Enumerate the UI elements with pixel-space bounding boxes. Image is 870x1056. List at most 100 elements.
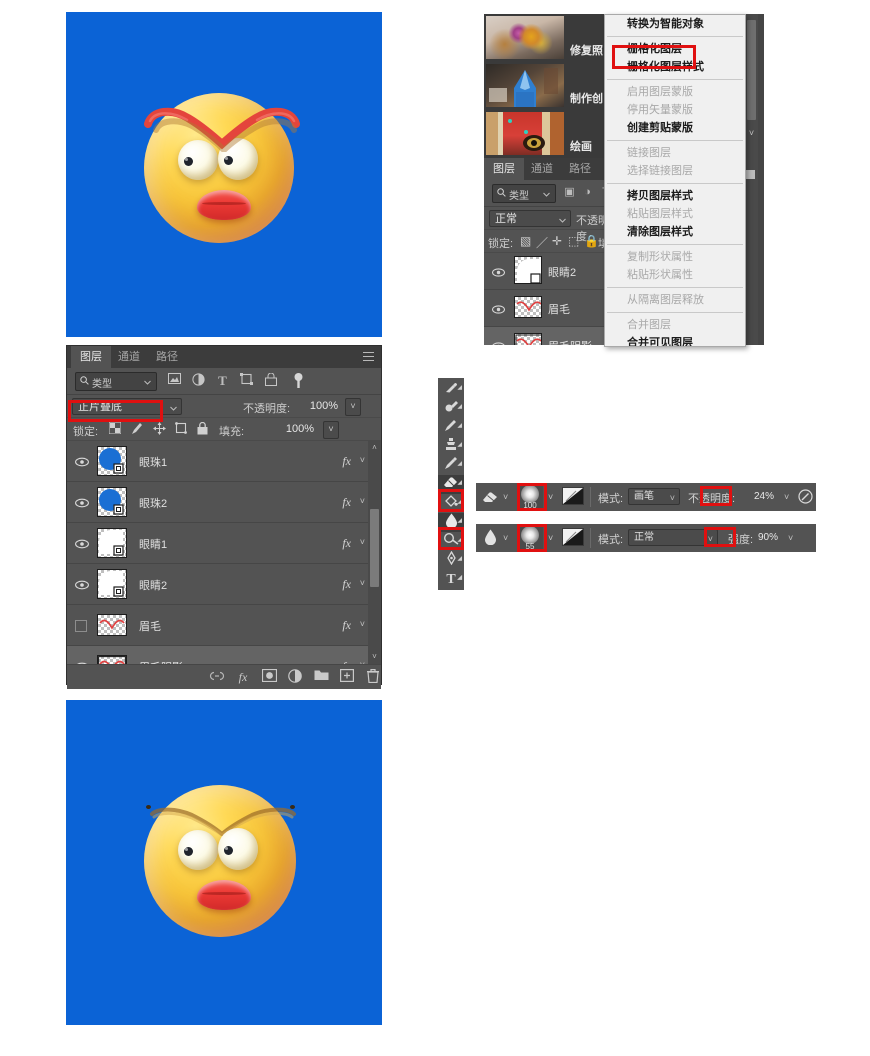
eyedropper-tool[interactable]: ◢: [438, 380, 464, 399]
layer-row-5[interactable]: 眉毛阴影 fx ˅: [67, 646, 381, 664]
panel-grid-icon[interactable]: [746, 170, 755, 179]
airbrush-icon[interactable]: [798, 489, 813, 507]
layer-fx-badge-3[interactable]: fx: [342, 577, 351, 592]
visibility-toggle-icon[interactable]: [75, 496, 89, 508]
ctx-item-copy-shape-attributes[interactable]: 复制形状属性: [605, 248, 745, 266]
ctx-item-merge-layers[interactable]: 合并图层: [605, 316, 745, 334]
ctx-item-clear-layer-style[interactable]: 清除图层样式: [605, 223, 745, 241]
lock-artboard-icon-behind[interactable]: ⬚: [568, 234, 579, 248]
lock-all-icon-behind[interactable]: 🔒: [584, 234, 599, 248]
history-brush-tool[interactable]: ◢: [438, 456, 464, 475]
layer-filter-type-select[interactable]: 类型: [75, 372, 157, 391]
adjustment-layer-icon[interactable]: [287, 669, 303, 685]
eraser-opacity-chevron-icon[interactable]: ˅: [784, 492, 789, 502]
opacity-value[interactable]: 100%: [305, 398, 343, 414]
adjustment-filter-icon-behind[interactable]: ◑: [580, 185, 595, 200]
layer-row-0[interactable]: 眼珠1 fx ˅: [67, 441, 381, 482]
eraser-mode-select[interactable]: 画笔 ˅: [628, 488, 680, 505]
link-layers-icon[interactable]: [209, 669, 225, 685]
blur-tool-icon[interactable]: [484, 529, 497, 548]
ctx-item-convert-smart-object[interactable]: 转换为智能对象: [605, 15, 745, 33]
eraser-opacity-value[interactable]: 24%: [754, 491, 774, 502]
layer-row-4[interactable]: 眉毛 fx ˅: [67, 605, 381, 646]
ctx-item-create-clipping-mask[interactable]: 创建剪贴蒙版: [605, 119, 745, 137]
pen-tool[interactable]: ◢: [438, 550, 464, 570]
layer-fx-badge-0[interactable]: fx: [342, 454, 351, 469]
layer-row-behind-2[interactable]: 眉毛阴影: [484, 327, 614, 345]
chevron-down-icon[interactable]: ˅: [360, 496, 365, 506]
lock-artboard-icon[interactable]: [175, 422, 188, 437]
lock-position-icon[interactable]: [153, 422, 166, 438]
visibility-toggle-icon-off[interactable]: [75, 619, 89, 632]
tab-channels-behind[interactable]: 通道: [522, 158, 562, 180]
visibility-toggle-icon[interactable]: [492, 339, 506, 345]
lock-transparent-icon-behind[interactable]: ▧: [520, 234, 531, 248]
layer-filter-type-behind[interactable]: 类型: [492, 184, 556, 203]
scroll-down-arrow-icon[interactable]: ˅: [370, 652, 379, 662]
ctx-item-paste-layer-style[interactable]: 粘贴图层样式: [605, 205, 745, 223]
spot-healing-brush-tool[interactable]: ◢: [438, 399, 464, 418]
chevron-down-icon[interactable]: ˅: [360, 537, 365, 547]
ctx-item-enable-layer-mask[interactable]: 启用图层蒙版: [605, 83, 745, 101]
new-group-icon[interactable]: [313, 669, 329, 685]
brush-panel-icon[interactable]: [562, 528, 584, 546]
new-layer-icon[interactable]: [339, 669, 355, 685]
filter-toggle-icon[interactable]: [291, 373, 306, 388]
blur-preset-chevron-icon[interactable]: ˅: [503, 533, 508, 543]
brush-tool[interactable]: ◢: [438, 418, 464, 437]
lock-all-icon[interactable]: [197, 421, 208, 438]
visibility-toggle-icon[interactable]: [491, 302, 506, 314]
smartobject-filter-icon[interactable]: [263, 372, 278, 388]
layer-fx-badge-2[interactable]: fx: [342, 536, 351, 551]
layer-row-1[interactable]: 眼珠2 fx ˅: [67, 482, 381, 523]
add-mask-icon[interactable]: [261, 668, 277, 685]
add-fx-icon[interactable]: fx: [235, 669, 251, 685]
visibility-toggle-icon[interactable]: [75, 578, 89, 590]
chevron-down-icon[interactable]: ˅: [360, 619, 365, 629]
type-tool[interactable]: T ◢: [438, 570, 464, 589]
layer-row-2[interactable]: 眼睛1 fx ˅: [67, 523, 381, 564]
eraser-tool-icon[interactable]: [482, 489, 499, 506]
opacity-stepper[interactable]: ˅: [345, 398, 361, 416]
learn-item-0[interactable]: 修复照: [484, 14, 614, 61]
blur-strength-chevron-icon[interactable]: ˅: [788, 533, 793, 543]
ctx-item-select-linked-layers[interactable]: 选择链接图层: [605, 162, 745, 180]
image-filter-icon-behind[interactable]: ▣: [562, 185, 577, 200]
learn-item-2[interactable]: 绘画: [484, 110, 614, 157]
visibility-toggle-icon[interactable]: [75, 537, 89, 549]
lock-image-icon[interactable]: [131, 422, 143, 438]
brush-preset-chevron-icon[interactable]: ˅: [548, 492, 553, 502]
blur-strength-value[interactable]: 90%: [758, 532, 778, 543]
blend-mode-select-behind[interactable]: 正常: [489, 210, 571, 227]
ctx-item-link-layers[interactable]: 链接图层: [605, 144, 745, 162]
fill-value[interactable]: 100%: [281, 421, 319, 437]
panel-collapse-icon[interactable]: ˅: [746, 128, 757, 139]
brush-preset-chevron-icon[interactable]: ˅: [548, 533, 553, 543]
tab-layers-behind[interactable]: 图层: [484, 158, 524, 180]
brush-panel-icon[interactable]: [562, 487, 584, 505]
tab-paths-behind[interactable]: 路径: [560, 158, 600, 180]
layer-list-scroll-thumb[interactable]: [370, 509, 379, 587]
clone-stamp-tool[interactable]: ◢: [438, 437, 464, 456]
scroll-up-arrow-icon[interactable]: ˄: [370, 443, 379, 453]
fill-stepper[interactable]: ˅: [323, 421, 339, 439]
lock-position-icon-behind[interactable]: ✛: [552, 234, 562, 248]
ctx-item-copy-layer-style[interactable]: 拷贝图层样式: [605, 187, 745, 205]
tab-paths[interactable]: 路径: [147, 346, 187, 368]
ctx-item-disable-vector-mask[interactable]: 停用矢量蒙版: [605, 101, 745, 119]
layer-row-behind-0[interactable]: 眼睛2: [484, 253, 614, 290]
layer-row-3[interactable]: 眼睛2 fx ˅: [67, 564, 381, 605]
chevron-down-icon[interactable]: ˅: [360, 455, 365, 465]
delete-layer-icon[interactable]: [365, 669, 381, 685]
type-filter-icon[interactable]: T: [215, 373, 230, 388]
ctx-item-release-from-isolation[interactable]: 从隔离图层释放: [605, 291, 745, 309]
eraser-preset-chevron-icon[interactable]: ˅: [503, 492, 508, 502]
layer-fx-badge-1[interactable]: fx: [342, 495, 351, 510]
shape-filter-icon[interactable]: [239, 373, 254, 388]
ctx-item-merge-visible[interactable]: 合并可见图层: [605, 334, 745, 346]
layer-fx-badge-4[interactable]: fx: [342, 618, 351, 633]
layer-row-behind-1[interactable]: 眉毛: [484, 290, 614, 327]
tab-channels[interactable]: 通道: [109, 346, 149, 368]
image-filter-icon[interactable]: [167, 373, 182, 388]
visibility-toggle-icon[interactable]: [75, 455, 89, 467]
